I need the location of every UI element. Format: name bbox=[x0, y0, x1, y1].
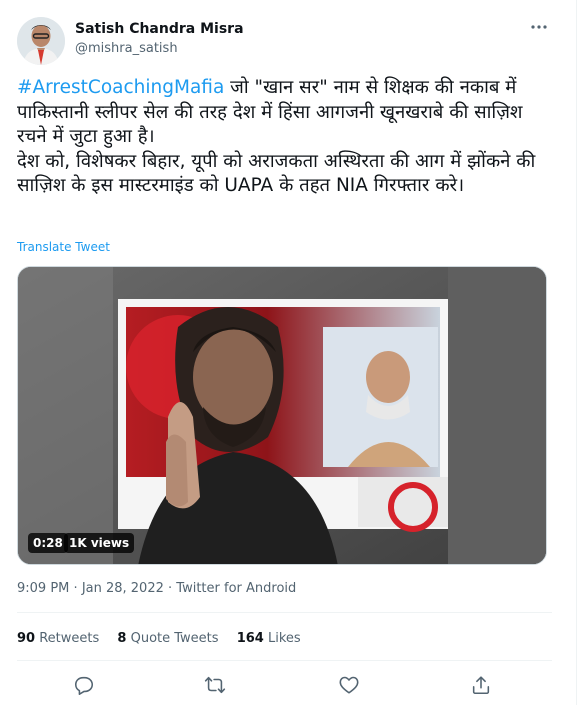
more-options-glyph bbox=[531, 25, 547, 29]
retweets-count: 90 bbox=[17, 631, 36, 646]
video-views-badge: 1K views bbox=[64, 533, 135, 553]
hashtag-link[interactable]: #ArrestCoachingMafia bbox=[17, 77, 224, 98]
quotes-label: Quote Tweets bbox=[130, 631, 219, 646]
meta-separator-2: · bbox=[168, 581, 173, 596]
tweet-text: #ArrestCoachingMafia जो "खान सर" नाम से … bbox=[17, 76, 552, 199]
author-name[interactable]: Satish Chandra Misra bbox=[75, 21, 244, 37]
share-icon[interactable] bbox=[470, 674, 494, 698]
author-handle[interactable]: @mishra_satish bbox=[75, 41, 178, 56]
translate-tweet-link[interactable]: Translate Tweet bbox=[17, 240, 110, 254]
heart-glyph bbox=[339, 676, 359, 694]
avatar[interactable] bbox=[17, 17, 65, 65]
reply-icon[interactable] bbox=[73, 674, 97, 698]
more-options-icon[interactable] bbox=[526, 18, 552, 44]
meta-separator-1: · bbox=[73, 581, 78, 596]
tweet-metadata: 9:09 PM · Jan 28, 2022 · Twitter for And… bbox=[17, 581, 296, 596]
heart-icon[interactable] bbox=[338, 674, 362, 698]
tweet-date[interactable]: Jan 28, 2022 bbox=[82, 581, 164, 596]
video-player[interactable] bbox=[17, 266, 547, 565]
avatar-image bbox=[17, 17, 65, 65]
retweet-glyph bbox=[204, 676, 226, 694]
divider-top bbox=[17, 612, 552, 613]
tweet-card: Satish Chandra Misra @mishra_satish #Arr… bbox=[0, 0, 577, 705]
engagement-stats: 90 Retweets 8 Quote Tweets 164 Likes bbox=[17, 631, 315, 646]
retweets-stat[interactable]: 90 Retweets bbox=[17, 631, 99, 646]
likes-count: 164 bbox=[236, 631, 264, 646]
quote-tweets-stat[interactable]: 8 Quote Tweets bbox=[117, 631, 218, 646]
tweet-source[interactable]: Twitter for Android bbox=[176, 581, 296, 596]
tweet-time[interactable]: 9:09 PM bbox=[17, 581, 69, 596]
retweets-label: Retweets bbox=[39, 631, 100, 646]
reply-glyph bbox=[74, 676, 94, 695]
likes-stat[interactable]: 164 Likes bbox=[237, 631, 301, 646]
retweet-icon[interactable] bbox=[204, 674, 228, 698]
likes-label: Likes bbox=[267, 631, 301, 646]
share-glyph bbox=[472, 676, 490, 695]
quotes-count: 8 bbox=[117, 631, 127, 646]
video-thumbnail bbox=[18, 267, 546, 564]
divider-bottom bbox=[17, 660, 552, 661]
video-duration-badge: 0:28 bbox=[28, 533, 68, 553]
